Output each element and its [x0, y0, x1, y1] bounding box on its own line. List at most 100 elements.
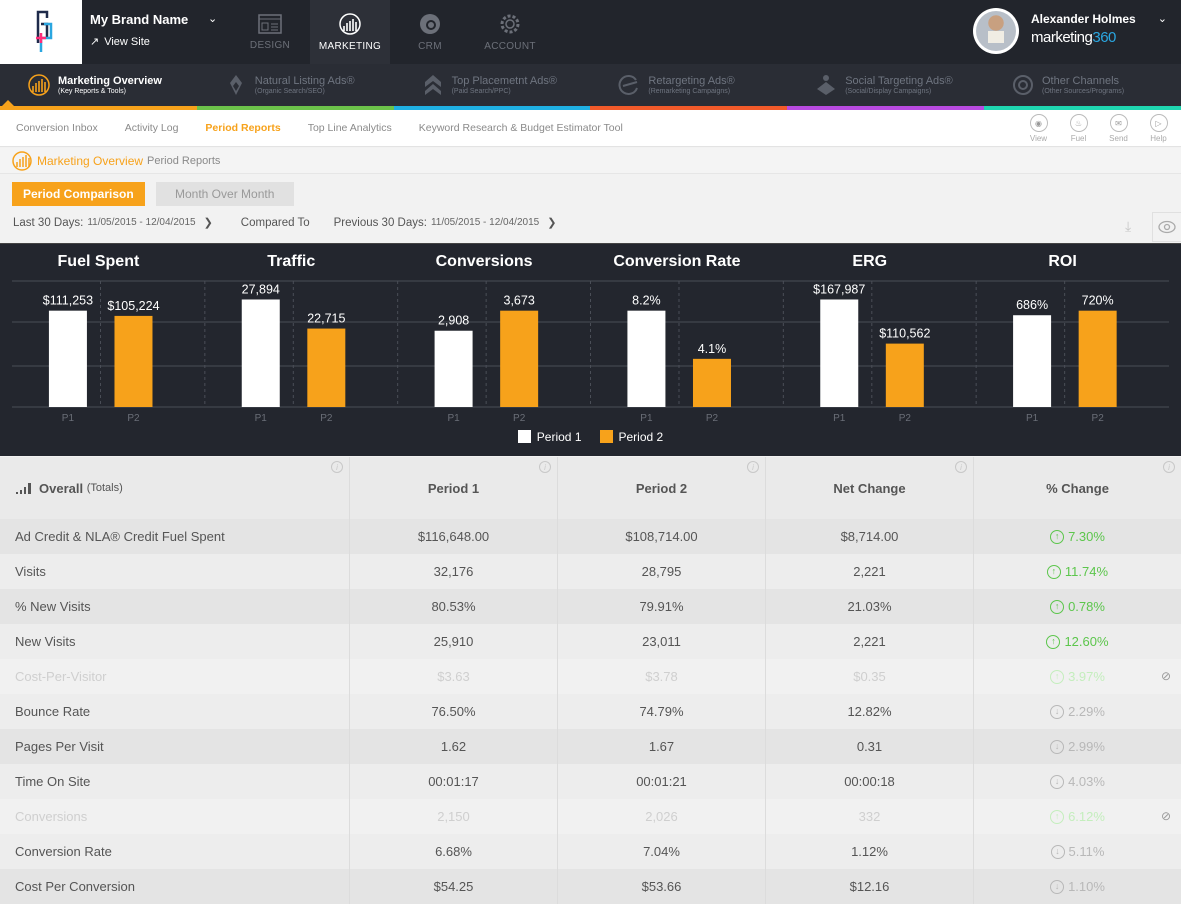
bar-label: 686% [1016, 298, 1048, 312]
chevron-down-icon[interactable]: ⌄ [208, 12, 217, 25]
header-pct-change[interactable]: % Change i [974, 457, 1181, 519]
download-icon[interactable]: ⤓ [1125, 218, 1131, 235]
row-period-1: 2,150 [350, 799, 558, 834]
subnav-top-line-analytics[interactable]: Top Line Analytics [308, 122, 392, 134]
info-icon[interactable]: i [331, 461, 343, 473]
table-row[interactable]: Time On Site 00:01:17 00:01:21 00:00:18 ↓ 4.0… [0, 764, 1181, 799]
external-link-icon: ↗ [90, 36, 100, 48]
view-button[interactable]: ◉ View [1024, 114, 1053, 143]
row-metric: Time On Site [0, 764, 350, 799]
eye-icon: ◉ [1029, 114, 1048, 132]
chart-group-title: Conversion Rate [613, 253, 740, 270]
row-period-1: 6.68% [350, 834, 558, 869]
header-net-change[interactable]: Net Change i [766, 457, 974, 519]
module-marketing[interactable]: MARKETING [310, 0, 390, 64]
x-tick-label: P1 [1026, 413, 1039, 424]
row-period-2: 00:01:21 [558, 764, 766, 799]
module-label: ACCOUNT [484, 40, 536, 52]
x-tick-label: P1 [62, 413, 75, 424]
row-period-1: 00:01:17 [350, 764, 558, 799]
period-comparison-chart: Fuel Spent $111,253 $105,224 P1 P2 Traffic 27,… [0, 243, 1181, 456]
x-tick-label: P1 [640, 413, 653, 424]
range2-value[interactable]: 11/05/2015 - 12/04/2015 [431, 217, 539, 228]
subnav-activity-log[interactable]: Activity Log [125, 122, 179, 134]
x-tick-label: P2 [320, 413, 333, 424]
hidden-eye-icon[interactable]: ⊘ [1161, 669, 1171, 683]
bar-label: 4.1% [698, 342, 727, 356]
subnav-period-reports[interactable]: Period Reports [205, 122, 280, 134]
header-period-1[interactable]: Period 1i [350, 457, 558, 519]
row-metric: Conversion Rate [0, 834, 350, 869]
channel-title: Other Channels [1041, 74, 1120, 87]
channel-natural-listing[interactable]: Natural Listing Ads® (Organic Search/SEO) [196, 64, 394, 110]
row-period-2: 1.67 [558, 729, 766, 764]
avatar[interactable] [973, 8, 1019, 54]
signal-icon [16, 483, 31, 494]
row-metric: Pages Per Visit [0, 729, 350, 764]
info-icon[interactable]: i [955, 461, 967, 473]
row-period-2: 23,011 [558, 624, 766, 659]
legend-item-period-2[interactable]: Period 2 [599, 430, 663, 444]
channel-title: Marketing Overview [58, 74, 162, 87]
brand-switcher[interactable]: My Brand Name ⌄ ↗ View Site [90, 12, 217, 49]
chevron-down-icon[interactable]: ⌄ [1158, 12, 1167, 25]
chart-icon [339, 12, 361, 35]
table-row[interactable]: New Visits 25,910 23,011 2,221 ↑ 12.60% [0, 624, 1181, 659]
bar-period-1 [820, 299, 859, 407]
table-row[interactable]: Conversions 2,150 2,026 332 ↑ 6.12% ⊘ [0, 799, 1181, 834]
bar-label: $111,253 [43, 294, 93, 308]
header-period-2[interactable]: Period 2i [558, 457, 766, 519]
channel-other[interactable]: Other Channels (Other Sources/Programs) [983, 64, 1181, 110]
range1-value[interactable]: 11/05/2015 - 12/04/2015 [87, 217, 195, 228]
play-icon: ▷ [1149, 114, 1168, 132]
table-row[interactable]: Pages Per Visit 1.62 1.67 0.31 ↓ 2.99% [0, 729, 1181, 764]
help-button[interactable]: ▷ Help [1144, 114, 1173, 143]
brand-logo[interactable] [0, 0, 82, 64]
toggle-visibility-button[interactable] [1152, 212, 1181, 242]
bar-label: 2,908 [438, 314, 469, 328]
x-tick-label: P1 [255, 413, 268, 424]
row-net-change: 0.31 [766, 729, 974, 764]
chart-group-title: Conversions [436, 253, 533, 270]
channel-top-placement[interactable]: Top Placemetnt Ads® (Paid Search/PPC) [393, 64, 591, 110]
table-row[interactable]: Cost Per Conversion $54.25 $53.66 $12.16 ↓ 1.… [0, 869, 1181, 904]
legend-item-period-1[interactable]: Period 1 [517, 430, 582, 444]
module-crm[interactable]: CRM [390, 0, 470, 64]
channel-marketing-overview[interactable]: Marketing Overview (Key Reports & Tools) [0, 64, 197, 110]
view-site-link[interactable]: ↗ View Site [90, 35, 188, 49]
table-row[interactable]: Ad Credit & NLA® Credit Fuel Spent $116,6… [0, 519, 1181, 554]
bar-label: 22,715 [307, 312, 345, 326]
info-icon[interactable]: i [747, 461, 759, 473]
table-row[interactable]: Visits 32,176 28,795 2,221 ↑ 11.74% [0, 554, 1181, 589]
channel-social-targeting[interactable]: Social Targeting Ads® (Social/Display Cam… [787, 64, 984, 110]
bar-period-1 [434, 330, 473, 407]
info-icon[interactable]: i [539, 461, 551, 473]
fuel-button[interactable]: ♨ Fuel [1064, 114, 1093, 143]
chart-icon [28, 74, 50, 96]
table-row[interactable]: Conversion Rate 6.68% 7.04% 1.12% ↓ 5.11% [0, 834, 1181, 869]
row-net-change: 21.03% [766, 589, 974, 624]
hidden-eye-icon[interactable]: ⊘ [1161, 809, 1171, 823]
bar-label: $110,562 [879, 327, 930, 341]
module-nav: DESIGN MARKETING CRM ACCOUNT [230, 0, 550, 64]
channel-retargeting[interactable]: Retargeting Ads® (Remarketing Campaigns) [590, 64, 788, 110]
send-button[interactable]: ✉ Send [1104, 114, 1133, 143]
table-row[interactable]: Cost-Per-Visitor $3.63 $3.78 $0.35 ↑ 3.97% ⊘ [0, 659, 1181, 694]
bar-period-1 [1013, 315, 1052, 407]
module-account[interactable]: ACCOUNT [470, 0, 550, 64]
subnav-conversion-inbox[interactable]: Conversion Inbox [16, 122, 98, 134]
table-row[interactable]: % New Visits 80.53% 79.91% 21.03% ↑ 0.78% [0, 589, 1181, 624]
chevron-right-icon[interactable]: ❯ [547, 216, 556, 229]
info-icon[interactable]: i [1163, 461, 1175, 473]
breadcrumb-section[interactable]: Marketing Overview [37, 154, 143, 168]
module-design[interactable]: DESIGN [230, 0, 310, 64]
user-menu[interactable]: Alexander Holmes marketing360 ⌄ [971, 0, 1181, 64]
tab-period-comparison[interactable]: Period Comparison [12, 182, 145, 206]
chevron-right-icon[interactable]: ❯ [204, 216, 213, 229]
tab-month-over-month[interactable]: Month Over Month [155, 182, 294, 206]
table-row[interactable]: Bounce Rate 76.50% 74.79% 12.82% ↓ 2.29% [0, 694, 1181, 729]
subnav-keyword-research[interactable]: Keyword Research & Budget Estimator Tool [419, 122, 623, 134]
target-icon [1012, 74, 1034, 96]
row-net-change: 2,221 [766, 624, 974, 659]
arrow-up-circle-icon: ↑ [1050, 529, 1065, 544]
